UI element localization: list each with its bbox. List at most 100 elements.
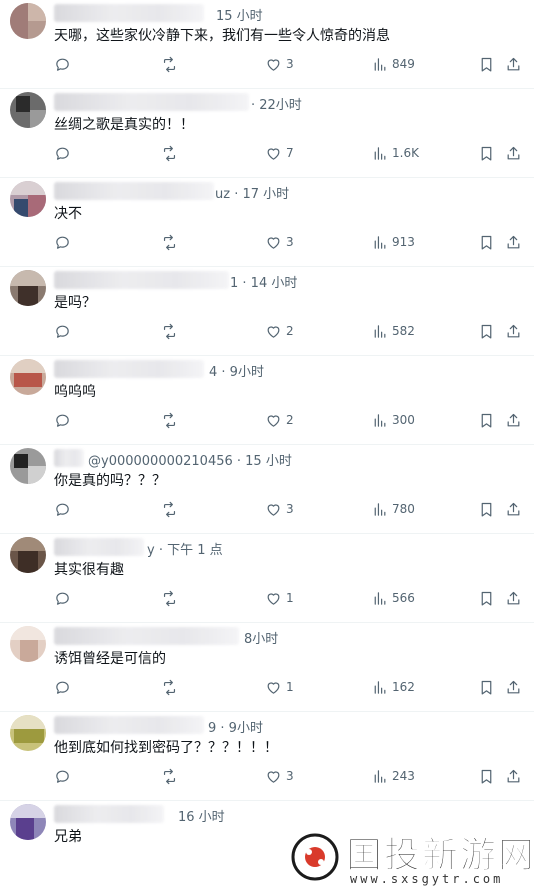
bookmark-button[interactable]: [478, 677, 495, 697]
bookmark-button[interactable]: [478, 232, 495, 252]
reply-button[interactable]: [54, 677, 71, 697]
reply-timestamp[interactable]: 9 · 9小时: [208, 717, 263, 736]
reply-timestamp[interactable]: 16 小时: [178, 806, 225, 825]
views-button[interactable]: 162: [371, 677, 415, 697]
share-button[interactable]: [505, 143, 522, 163]
reply-item[interactable]: uz · 17 小时 决不 3 913: [0, 178, 534, 267]
reply-button[interactable]: [54, 54, 71, 74]
avatar[interactable]: [10, 448, 46, 484]
retweet-button[interactable]: [161, 499, 178, 519]
bookmark-button[interactable]: [478, 54, 495, 74]
reply-item[interactable]: 8小时 诱饵曾经是可信的 1 162: [0, 623, 534, 712]
avatar[interactable]: [10, 181, 46, 217]
reply-button[interactable]: [54, 143, 71, 163]
bookmark-button[interactable]: [478, 410, 495, 430]
heart-icon: [267, 681, 280, 694]
reply-item[interactable]: y · 下午 1 点 其实很有趣 1 566: [0, 534, 534, 623]
reply-item[interactable]: @y000000000210456 · 15 小时 你是真的吗？？？ 3 780: [0, 445, 534, 534]
author-name-redacted[interactable]: [54, 716, 204, 734]
bookmark-icon: [481, 591, 492, 605]
views-button[interactable]: 566: [371, 588, 415, 608]
retweet-button[interactable]: [161, 766, 178, 786]
author-name-redacted[interactable]: [54, 538, 144, 556]
reply-item[interactable]: · 22小时 丝绸之歌是真实的！！ 7 1.6K: [0, 89, 534, 178]
retweet-button[interactable]: [161, 143, 178, 163]
avatar[interactable]: [10, 804, 46, 840]
views-button[interactable]: 1.6K: [371, 143, 419, 163]
retweet-button[interactable]: [161, 232, 178, 252]
reply-button[interactable]: [54, 321, 71, 341]
retweet-button[interactable]: [161, 588, 178, 608]
bookmark-button[interactable]: [478, 499, 495, 519]
reply-timestamp[interactable]: 4 · 9小时: [209, 361, 264, 380]
avatar[interactable]: [10, 626, 46, 662]
avatar[interactable]: [10, 3, 46, 39]
author-name-redacted[interactable]: [54, 805, 164, 823]
reply-timestamp[interactable]: · 22小时: [251, 94, 302, 113]
retweet-button[interactable]: [161, 54, 178, 74]
author-name-redacted[interactable]: [54, 93, 249, 111]
reply-timestamp[interactable]: 15 小时: [216, 5, 263, 24]
reply-timestamp[interactable]: y · 下午 1 点: [147, 539, 223, 558]
views-button[interactable]: 243: [371, 766, 415, 786]
reply-timestamp[interactable]: 8小时: [244, 628, 278, 647]
author-name-redacted[interactable]: [54, 182, 214, 200]
like-button[interactable]: 2: [265, 410, 294, 430]
share-button[interactable]: [505, 321, 522, 341]
reply-item[interactable]: 4 · 9小时 呜呜呜 2 300: [0, 356, 534, 445]
action-bar: 3 913: [54, 232, 524, 252]
author-name-redacted[interactable]: [54, 449, 84, 467]
reply-item[interactable]: 15 小时 天哪，这些家伙冷静下来，我们有一些令人惊奇的消息 3 849: [0, 0, 534, 89]
views-button[interactable]: 913: [371, 232, 415, 252]
reply-text: 丝绸之歌是真实的！！: [54, 117, 194, 133]
share-button[interactable]: [505, 499, 522, 519]
author-name-redacted[interactable]: [54, 627, 239, 645]
views-button[interactable]: 300: [371, 410, 415, 430]
reply-button[interactable]: [54, 588, 71, 608]
reply-button[interactable]: [54, 410, 71, 430]
bookmark-button[interactable]: [478, 321, 495, 341]
avatar[interactable]: [10, 270, 46, 306]
retweet-button[interactable]: [161, 410, 178, 430]
bookmark-button[interactable]: [478, 588, 495, 608]
views-button[interactable]: 582: [371, 321, 415, 341]
like-button[interactable]: 7: [265, 143, 294, 163]
avatar[interactable]: [10, 537, 46, 573]
reply-timestamp[interactable]: uz · 17 小时: [215, 183, 289, 202]
share-button[interactable]: [505, 677, 522, 697]
avatar[interactable]: [10, 92, 46, 128]
share-button[interactable]: [505, 410, 522, 430]
reply-button[interactable]: [54, 766, 71, 786]
bookmark-button[interactable]: [478, 143, 495, 163]
views-icon: [374, 680, 386, 694]
like-button[interactable]: 2: [265, 321, 294, 341]
view-count: 913: [392, 235, 415, 249]
reply-timestamp[interactable]: 1 · 14 小时: [230, 272, 297, 291]
share-button[interactable]: [505, 588, 522, 608]
author-name-redacted[interactable]: [54, 4, 204, 22]
share-button[interactable]: [505, 232, 522, 252]
share-button[interactable]: [505, 54, 522, 74]
like-button[interactable]: 1: [265, 677, 294, 697]
like-button[interactable]: 1: [265, 588, 294, 608]
reply-item[interactable]: 1 · 14 小时 是吗？ 2 582: [0, 267, 534, 356]
reply-button[interactable]: [54, 499, 71, 519]
like-button[interactable]: 3: [265, 232, 294, 252]
avatar[interactable]: [10, 715, 46, 751]
like-button[interactable]: 3: [265, 54, 294, 74]
reply-item[interactable]: 16 小时 兄弟: [0, 801, 534, 890]
author-name-redacted[interactable]: [54, 271, 229, 289]
like-button[interactable]: 3: [265, 766, 294, 786]
views-button[interactable]: 849: [371, 54, 415, 74]
retweet-button[interactable]: [161, 321, 178, 341]
reply-timestamp[interactable]: @y000000000210456 · 15 小时: [88, 450, 292, 469]
like-button[interactable]: 3: [265, 499, 294, 519]
retweet-button[interactable]: [161, 677, 178, 697]
avatar[interactable]: [10, 359, 46, 395]
author-name-redacted[interactable]: [54, 360, 204, 378]
reply-button[interactable]: [54, 232, 71, 252]
share-button[interactable]: [505, 766, 522, 786]
bookmark-button[interactable]: [478, 766, 495, 786]
views-button[interactable]: 780: [371, 499, 415, 519]
reply-item[interactable]: 9 · 9小时 他到底如何找到密码了？？？！！！ 3 243: [0, 712, 534, 801]
